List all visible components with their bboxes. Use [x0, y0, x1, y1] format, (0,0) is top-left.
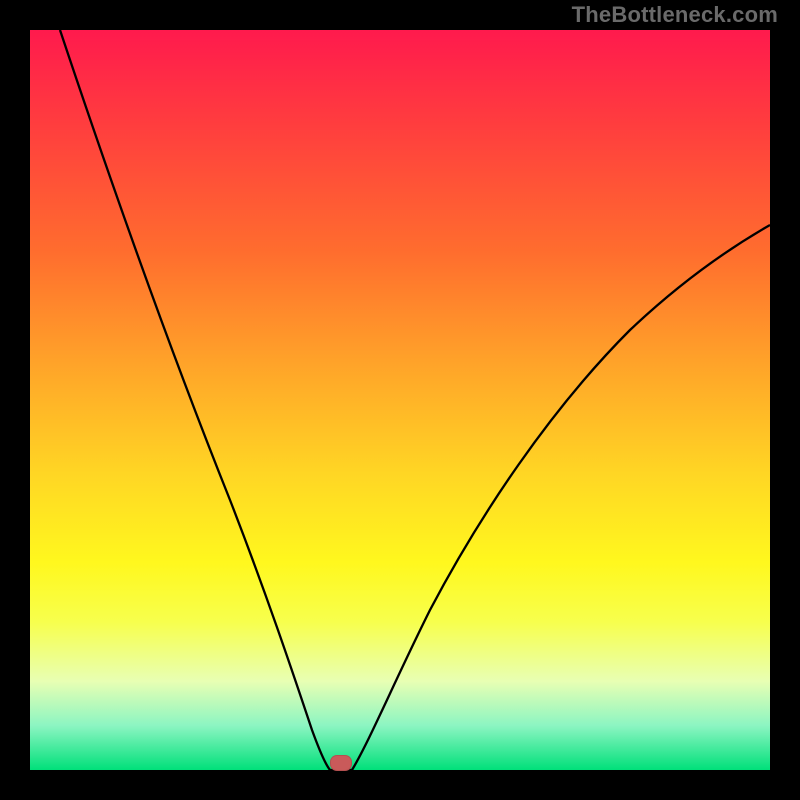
watermark-text: TheBottleneck.com	[572, 2, 778, 28]
chart-frame: TheBottleneck.com	[0, 0, 800, 800]
minimum-marker	[330, 755, 352, 771]
bottleneck-curve	[30, 30, 770, 770]
plot-area	[30, 30, 770, 770]
curve-left	[60, 30, 330, 770]
curve-right	[352, 225, 770, 770]
